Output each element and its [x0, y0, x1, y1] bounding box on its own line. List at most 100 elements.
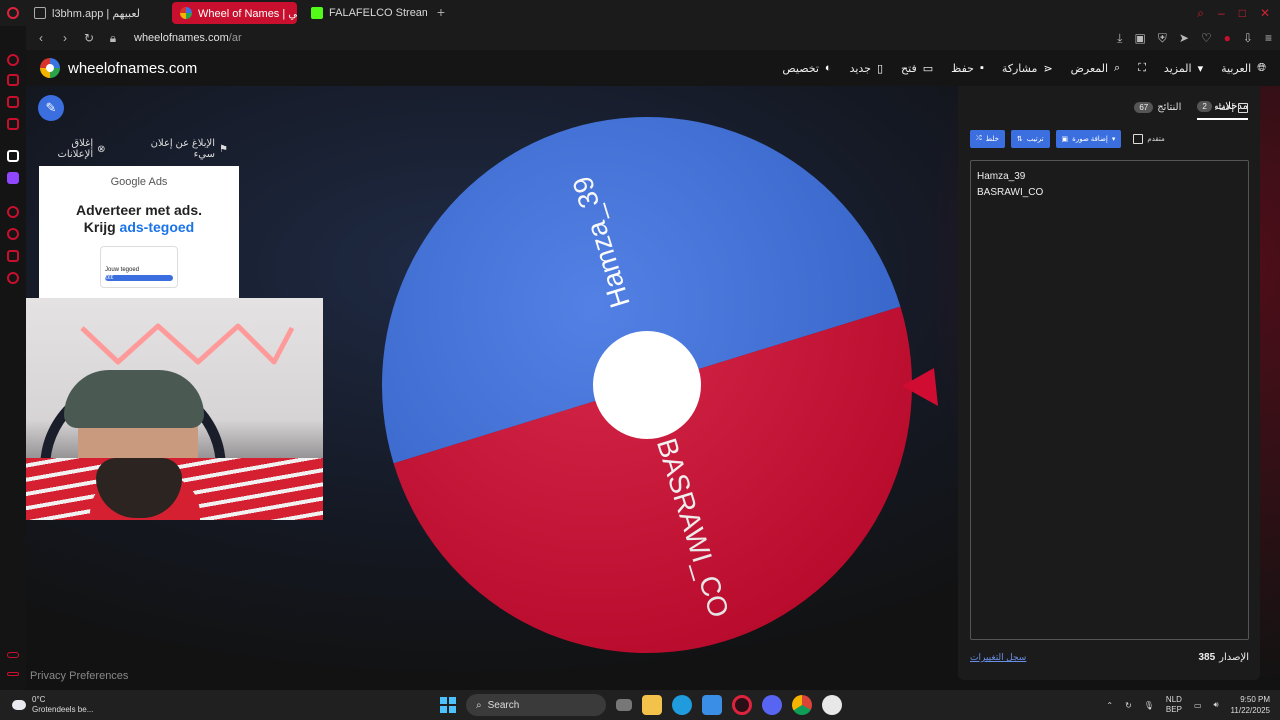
menu-label: فتح [901, 62, 917, 75]
forward-icon[interactable]: › [58, 31, 72, 45]
close-icon[interactable]: ✕ [1260, 6, 1270, 21]
sidebar-gx-icon[interactable] [7, 54, 19, 66]
sidebar-player-icon[interactable] [7, 206, 19, 218]
menu-new[interactable]: ▯ جديد [850, 62, 883, 75]
google-ad[interactable]: Google Ads Adverteer met ads. Krijg ads-… [39, 166, 239, 298]
advanced-toggle[interactable]: متقدم [1133, 130, 1165, 148]
sidebar-bag-icon[interactable] [7, 74, 19, 86]
microphone-icon[interactable]: 🎙︎ [1144, 701, 1154, 710]
results-count-badge: 67 [1134, 101, 1154, 113]
entries-textarea[interactable]: Hamza_39 BASRAWI_CO [970, 160, 1249, 640]
entries-count-badge: 2 [1197, 100, 1212, 112]
weather-widget[interactable]: 0°C Grotendeels be... [12, 695, 93, 715]
opera-logo-icon[interactable] [0, 0, 26, 26]
person-cap [64, 370, 204, 428]
opera-gx-icon[interactable] [732, 695, 752, 715]
browser-tab[interactable]: l3bhm.app | لعبيهم [26, 2, 166, 24]
browser-tab-active[interactable]: Wheel of Names | عشوائي [172, 2, 297, 24]
tab-results[interactable]: النتائج 67 [1134, 96, 1181, 119]
brand[interactable]: wheelofnames.com [40, 58, 197, 78]
menu-customize[interactable]: ◐ تخصيص [782, 62, 831, 75]
download-icon[interactable]: ⤓ [1117, 31, 1122, 46]
maximize-icon[interactable]: □ [1239, 6, 1246, 21]
shuffle-button[interactable]: ⤮ خلط [970, 130, 1005, 148]
sidebar-gx-mods-icon[interactable] [7, 652, 19, 658]
address-bar-actions: ⤓ ▣ ⛨ ➤ ♡ ● ⇩ ≡ [1117, 31, 1272, 46]
task-view-icon[interactable] [616, 699, 632, 711]
back-icon[interactable]: ‹ [34, 31, 48, 45]
menu-save[interactable]: ▪ حفظ [951, 62, 984, 75]
lang-line-1: NLD [1165, 695, 1182, 704]
search-icon: ⌕ [476, 699, 482, 711]
menu-open[interactable]: ▭ فتح [901, 62, 933, 75]
tray-chevron-icon[interactable]: ⌃ [1106, 701, 1113, 710]
menu-gallery[interactable]: ⌕ المعرض [1071, 62, 1121, 75]
input-language[interactable]: NLD BEP [1166, 695, 1182, 715]
store-icon[interactable] [702, 695, 722, 715]
advanced-checkbox[interactable] [1133, 134, 1144, 144]
minimize-icon[interactable]: – [1218, 6, 1225, 21]
ad-brand: Google Ads [110, 176, 168, 188]
windows-start-icon[interactable] [440, 697, 456, 713]
sidebar-settings-icon[interactable] [7, 272, 19, 284]
clock[interactable]: 9:50 PM 11/22/2025 [1231, 694, 1270, 716]
menu-language[interactable]: 🌐︎ العربية [1221, 62, 1266, 75]
volume-icon[interactable]: 🔊︎ [1214, 700, 1219, 710]
close-ads-button[interactable]: ⊗ إغلاق الإعلانات [38, 138, 105, 160]
steam-icon[interactable] [822, 695, 842, 715]
lang-line-2: BEP [1165, 705, 1182, 714]
menu-more[interactable]: ▾ المزيد [1164, 62, 1203, 75]
taskbar-search[interactable]: ⌕ Search [466, 694, 606, 716]
url-field[interactable]: wheelofnames.com/ar [134, 32, 242, 44]
downloads-icon[interactable]: ⇩ [1243, 31, 1253, 46]
search-tabs-icon[interactable]: ⌕ [1197, 6, 1204, 21]
sidebar-kick-icon[interactable] [7, 150, 19, 162]
send-icon[interactable]: ➤ [1179, 31, 1189, 46]
ad-headline: Adverteer met ads. Krijg ads-tegoed [39, 202, 239, 236]
tray-sync-icon[interactable]: ↻ [1125, 701, 1132, 710]
sort-button[interactable]: ⇅ ترتيب [1010, 130, 1050, 148]
add-image-button[interactable]: ▣ إضافة صورة ▾ [1055, 130, 1122, 148]
edit-pencil-button[interactable]: ✎ [38, 95, 64, 121]
changelog-link[interactable]: سجل التغييرات [970, 652, 1026, 663]
close-ads-label: إغلاق الإعلانات [57, 138, 94, 160]
ad-card-text: Jouw tegoed [105, 267, 140, 273]
sidebar-more-icon[interactable] [7, 672, 19, 676]
new-tab-button[interactable]: + [433, 5, 449, 21]
tab-title: FALAFELCO Stream - Wal [329, 7, 427, 19]
sidebar-chat-icon[interactable] [7, 96, 19, 108]
spin-wheel[interactable]: Hamza_39BASRAWI_CO [380, 115, 914, 655]
sidebar-twitch-icon[interactable] [7, 172, 19, 184]
edge-icon[interactable] [672, 695, 692, 715]
heart-icon[interactable]: ♡ [1201, 31, 1212, 46]
reload-icon[interactable]: ↻ [82, 31, 96, 45]
privacy-preferences-link[interactable]: Privacy Preferences [30, 670, 128, 682]
ad-headline-highlight: ads-tegoed [119, 219, 195, 235]
file-explorer-icon[interactable] [642, 695, 662, 715]
sidebar-history-icon[interactable] [7, 228, 19, 240]
menu-share[interactable]: ⋖ مشاركة [1002, 62, 1053, 75]
tab-favicon-icon [34, 7, 46, 19]
network-icon[interactable]: ▭ [1194, 701, 1202, 710]
report-ad-button[interactable]: ⚑ الإبلاغ عن إعلان سيء [134, 138, 228, 160]
sidebar-messenger-icon[interactable] [7, 118, 19, 130]
entry-line: Hamza_39 [977, 171, 1026, 182]
discord-icon[interactable] [762, 695, 782, 715]
profile-icon[interactable]: ● [1224, 31, 1231, 46]
kick-favicon-icon [311, 7, 323, 19]
wheel-center-button[interactable] [593, 331, 701, 439]
shield-icon[interactable]: ⛨ [1158, 31, 1167, 46]
menu-icon[interactable]: ≡ [1265, 31, 1272, 46]
ad-card-bar-text: €€€ [105, 275, 114, 281]
chrome-icon[interactable] [792, 695, 812, 715]
browser-tab[interactable]: FALAFELCO Stream - Wal [303, 2, 427, 24]
snapshot-icon[interactable]: ▣ [1134, 31, 1145, 46]
tab-results-label: النتائج [1157, 101, 1182, 113]
hide-checkbox[interactable] [1238, 102, 1248, 113]
hide-toggle[interactable]: إخفاء [1214, 102, 1248, 113]
sidebar-extensions-icon[interactable] [7, 250, 19, 262]
url-host: wheelofnames.com [134, 32, 229, 44]
menu-fullscreen[interactable]: ⛶ [1138, 62, 1146, 75]
menu-label: تخصيص [782, 62, 819, 75]
url-path: /ar [228, 32, 242, 44]
